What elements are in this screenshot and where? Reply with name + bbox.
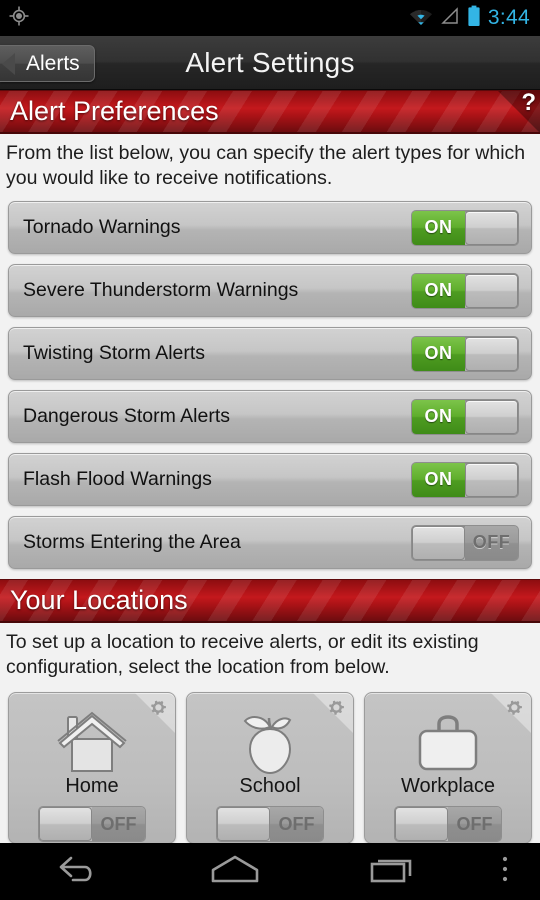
toggle-knob	[395, 807, 449, 841]
apple-icon	[228, 705, 312, 777]
gps-crosshair-icon	[8, 5, 30, 32]
nav-back-button[interactable]	[0, 843, 157, 900]
location-toggle-workplace[interactable]: OFF	[394, 806, 502, 842]
recent-apps-icon	[367, 853, 417, 890]
alert-toggle-tornado-warnings[interactable]: ON	[411, 209, 519, 246]
location-card-label: Workplace	[400, 775, 496, 797]
alert-row-label: Flash Flood Warnings	[23, 468, 212, 490]
table-row[interactable]: Twisting Storm Alerts ON	[8, 327, 532, 380]
toggle-state-label: OFF	[465, 525, 518, 560]
table-row[interactable]: Severe Thunderstorm Warnings ON	[8, 264, 532, 317]
toggle-knob	[464, 273, 518, 308]
nav-home-button[interactable]	[157, 843, 314, 900]
toggle-knob	[412, 525, 466, 560]
status-bar-clock: 3:44	[487, 6, 530, 29]
toggle-state-label: OFF	[92, 807, 145, 841]
table-row[interactable]: Tornado Warnings ON	[8, 201, 532, 254]
status-bar-right: 3:44	[409, 5, 530, 32]
table-row[interactable]: Storms Entering the Area OFF	[8, 516, 532, 569]
location-card-label: Home	[65, 775, 119, 797]
location-card-home[interactable]: Home OFF	[8, 692, 176, 844]
briefcase-icon	[406, 705, 490, 777]
app-screen: 3:44 Alert Settings Alerts Alert Prefere…	[0, 0, 540, 900]
android-nav-bar	[0, 843, 540, 900]
location-toggle-home[interactable]: OFF	[38, 806, 146, 842]
location-settings-button-workplace[interactable]	[491, 693, 531, 733]
toggle-knob	[464, 210, 518, 245]
title-bar: Alert Settings Alerts	[0, 36, 540, 90]
gear-icon	[324, 695, 350, 726]
status-bar: 3:44	[0, 0, 540, 36]
nav-overflow-button[interactable]	[470, 843, 540, 900]
alert-toggle-storms-entering-the-area[interactable]: OFF	[411, 524, 519, 561]
wifi-icon	[409, 6, 433, 31]
toggle-state-label: ON	[412, 273, 465, 308]
toggle-knob	[464, 462, 518, 497]
toggle-state-label: ON	[412, 336, 465, 371]
alert-preferences-title: Alert Preferences	[10, 96, 219, 126]
alert-preferences-description: From the list below, you can specify the…	[0, 134, 540, 199]
your-locations-section: Your Locations To set up a location to r…	[0, 579, 540, 844]
location-toggle-school[interactable]: OFF	[216, 806, 324, 842]
cell-signal-icon	[440, 6, 460, 31]
your-locations-description: To set up a location to receive alerts, …	[0, 623, 540, 688]
location-card-workplace[interactable]: Workplace OFF	[364, 692, 532, 844]
nav-recents-button[interactable]	[313, 843, 470, 900]
location-card-label: School	[239, 775, 301, 797]
alert-toggle-twisting-storm-alerts[interactable]: ON	[411, 335, 519, 372]
back-arrow-icon	[55, 854, 101, 889]
alert-row-label: Dangerous Storm Alerts	[23, 405, 231, 427]
help-button[interactable]: ?	[498, 90, 540, 132]
battery-icon	[467, 5, 481, 32]
alert-toggle-severe-thunderstorm-warnings[interactable]: ON	[411, 272, 519, 309]
your-locations-header: Your Locations	[0, 579, 540, 623]
status-bar-left	[8, 5, 30, 32]
table-row[interactable]: Dangerous Storm Alerts ON	[8, 390, 532, 443]
toggle-knob	[39, 807, 93, 841]
toggle-state-label: OFF	[448, 807, 501, 841]
alert-row-label: Severe Thunderstorm Warnings	[23, 279, 299, 301]
alert-toggle-flash-flood-warnings[interactable]: ON	[411, 461, 519, 498]
alert-row-label: Twisting Storm Alerts	[23, 342, 206, 364]
location-settings-button-school[interactable]	[313, 693, 353, 733]
home-icon	[205, 853, 265, 890]
gear-icon	[146, 695, 172, 726]
back-button-label: Alerts	[26, 51, 80, 75]
toggle-knob	[217, 807, 271, 841]
table-row[interactable]: Flash Flood Warnings ON	[8, 453, 532, 506]
location-card-school[interactable]: School OFF	[186, 692, 354, 844]
toggle-state-label: ON	[412, 399, 465, 434]
overflow-menu-icon	[500, 854, 510, 889]
alert-toggle-dangerous-storm-alerts[interactable]: ON	[411, 398, 519, 435]
toggle-state-label: ON	[412, 462, 465, 497]
location-settings-button-home[interactable]	[135, 693, 175, 733]
toggle-knob	[464, 336, 518, 371]
alert-preferences-header: Alert Preferences ?	[0, 90, 540, 134]
alert-preferences-list: Tornado Warnings ON Severe Thunderstorm …	[0, 199, 540, 569]
alert-row-label: Tornado Warnings	[23, 216, 181, 238]
toggle-knob	[464, 399, 518, 434]
your-locations-title: Your Locations	[10, 585, 188, 615]
back-button[interactable]: Alerts	[0, 45, 95, 82]
toggle-state-label: OFF	[270, 807, 323, 841]
location-cards: Home OFF School OFF Workplace OFF	[0, 688, 540, 844]
house-icon	[50, 705, 134, 777]
toggle-state-label: ON	[412, 210, 465, 245]
question-mark-icon: ?	[521, 90, 536, 116]
alert-row-label: Storms Entering the Area	[23, 531, 241, 553]
gear-icon	[502, 695, 528, 726]
